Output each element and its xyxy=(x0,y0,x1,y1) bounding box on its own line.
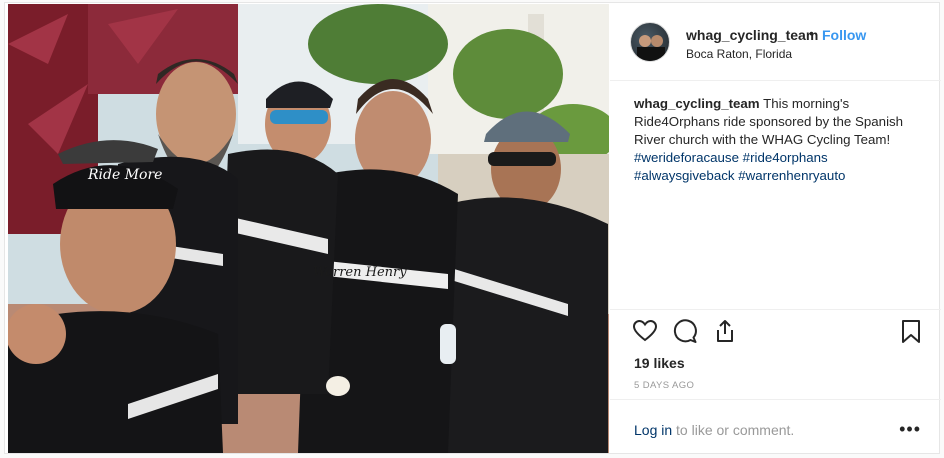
jersey-text: Warren Henry xyxy=(313,265,407,280)
likes-count[interactable]: 19 likes xyxy=(634,355,685,371)
team-avatar-icon xyxy=(637,35,665,61)
post-card: Ride More Warren Henry whag_cycling_team… xyxy=(4,2,941,455)
comment-bar: Log in to like or comment. ••• xyxy=(610,399,941,455)
caption-username[interactable]: whag_cycling_team xyxy=(634,96,760,111)
login-prompt-text: to like or comment. xyxy=(672,422,795,438)
comment-icon[interactable] xyxy=(672,318,698,344)
hashtag-link[interactable]: #werideforacause xyxy=(634,150,739,165)
photo-illustration: Ride More Warren Henry xyxy=(8,4,609,453)
login-prompt: Log in to like or comment. xyxy=(634,422,794,438)
location-link[interactable]: Boca Raton, Florida xyxy=(686,47,792,61)
separator-dot: • xyxy=(809,25,814,41)
username-link[interactable]: whag_cycling_team xyxy=(686,27,818,43)
post-sidebar: whag_cycling_team • Follow Boca Raton, F… xyxy=(610,3,941,455)
post-header: whag_cycling_team • Follow Boca Raton, F… xyxy=(610,3,941,81)
share-icon[interactable] xyxy=(712,318,738,344)
hashtag-link[interactable]: #ride4orphans xyxy=(743,150,828,165)
post-photo[interactable]: Ride More Warren Henry xyxy=(8,4,609,453)
heart-icon[interactable] xyxy=(632,318,658,344)
post-timestamp[interactable]: 5 DAYS AGO xyxy=(634,380,694,391)
post-caption: whag_cycling_team This morning's Ride4Or… xyxy=(634,95,924,185)
avatar[interactable] xyxy=(630,22,670,62)
follow-button[interactable]: Follow xyxy=(822,27,866,43)
bookmark-icon[interactable] xyxy=(898,318,924,344)
action-bar xyxy=(610,309,941,349)
hashtag-link[interactable]: #alwaysgiveback xyxy=(634,168,735,183)
hashtag-link[interactable]: #warrenhenryauto xyxy=(738,168,845,183)
cap-text: Ride More xyxy=(87,167,162,183)
login-link[interactable]: Log in xyxy=(634,422,672,438)
more-options-icon[interactable]: ••• xyxy=(899,420,921,438)
